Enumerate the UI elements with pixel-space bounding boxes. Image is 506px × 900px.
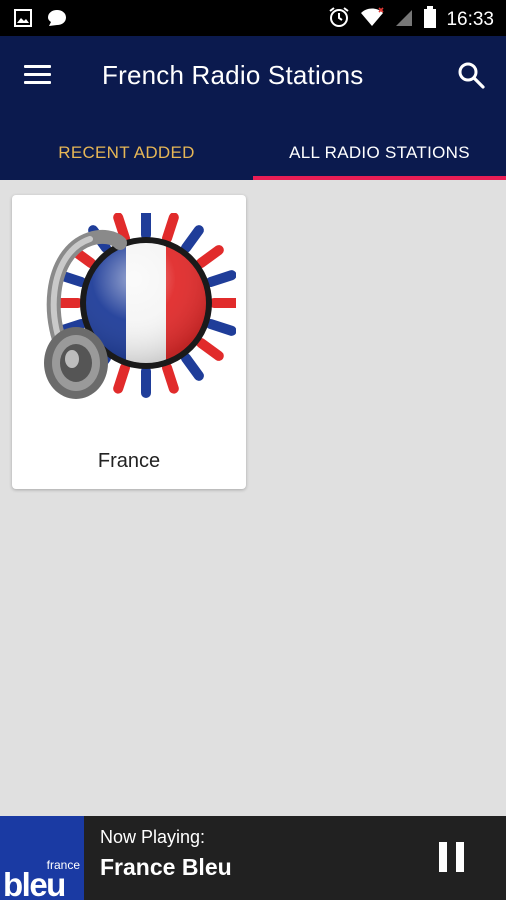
tab-bar: RECENT ADDED ALL RADIO STATIONS	[0, 126, 506, 180]
station-card-france[interactable]: France	[12, 195, 246, 489]
station-label: France	[97, 450, 161, 472]
search-icon	[458, 62, 485, 89]
now-playing-bar[interactable]: france bleu Now Playing: France Bleu	[0, 816, 506, 900]
pause-button[interactable]	[436, 842, 468, 876]
search-button[interactable]	[456, 60, 488, 92]
tab-label: RECENT ADDED	[58, 143, 195, 162]
app-bar: French Radio Stations RECENT ADDED ALL R…	[0, 36, 506, 180]
france-flag-headphones-icon	[26, 208, 241, 413]
tab-label: ALL RADIO STATIONS	[289, 143, 470, 162]
tab-indicator	[253, 176, 506, 180]
logo-text-large: bleu	[3, 866, 66, 900]
status-bar: 16:33	[0, 0, 506, 36]
battery-icon	[424, 6, 437, 33]
image-icon	[14, 9, 32, 32]
status-time: 16:33	[446, 8, 494, 30]
signal-icon	[394, 6, 414, 33]
tab-recent-added[interactable]: RECENT ADDED	[0, 126, 253, 180]
wifi-icon	[360, 7, 385, 32]
now-playing-station: France Bleu	[100, 854, 232, 880]
page-title: French Radio Stations	[102, 60, 364, 90]
chat-bubble-icon	[46, 8, 68, 33]
alarm-icon	[328, 6, 350, 33]
menu-icon	[24, 65, 51, 68]
tab-all-radio-stations[interactable]: ALL RADIO STATIONS	[253, 126, 506, 180]
station-logo: france bleu	[0, 816, 84, 900]
menu-button[interactable]	[24, 60, 56, 92]
pause-icon	[439, 842, 447, 872]
now-playing-label: Now Playing:	[100, 827, 206, 847]
